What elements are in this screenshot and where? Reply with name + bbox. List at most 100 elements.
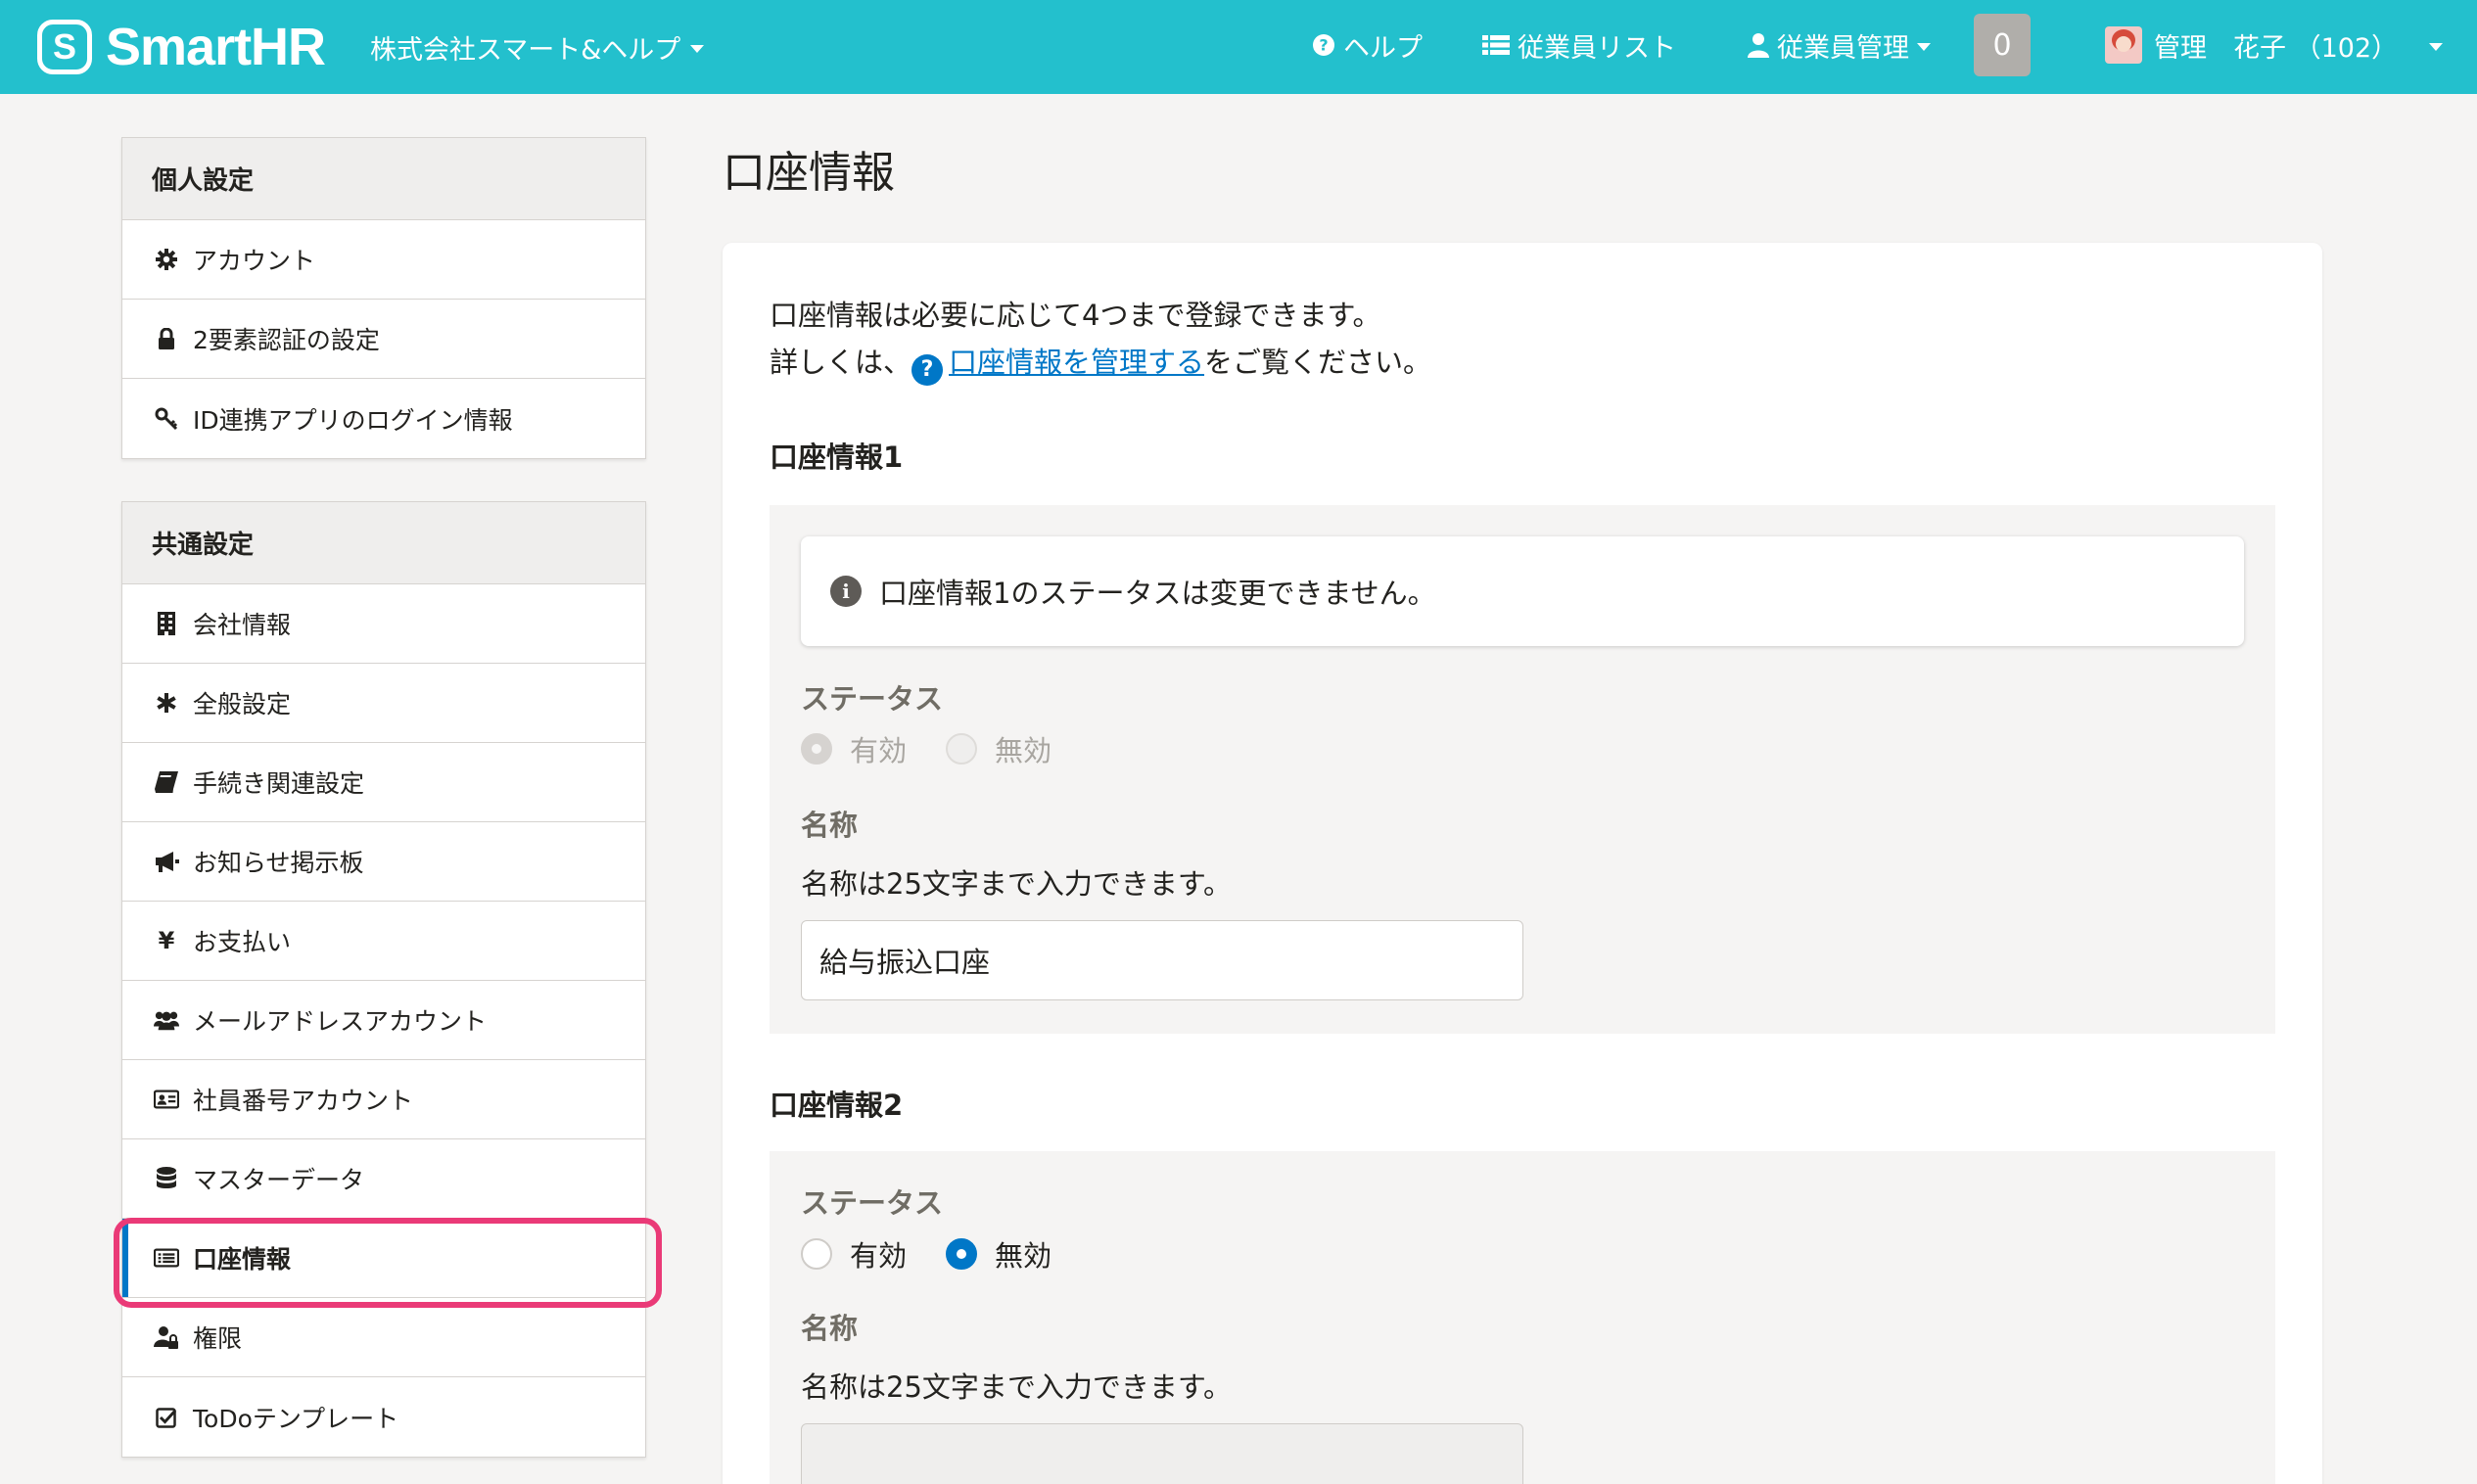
app-header: S SmartHR 株式会社スマート&ヘルプ ? ヘルプ 従業員リスト 従業員管… (0, 0, 2477, 94)
list-icon (1482, 35, 1510, 55)
intro-line-1: 口座情報は必要に応じて4つまで登録できます。 (770, 299, 1381, 332)
sidebar-item-bank-accounts[interactable]: 口座情報 (122, 1219, 645, 1298)
common-settings-title: 共通設定 (122, 502, 645, 584)
radio-enabled[interactable] (801, 1238, 832, 1270)
notice-text: 口座情報1のステータスは変更できません。 (879, 577, 1436, 610)
sidebar-item-two-factor[interactable]: 2要素認証の設定 (122, 300, 645, 379)
sidebar-item-account[interactable]: アカウント (122, 220, 645, 300)
option-label: 有効 (850, 734, 908, 767)
account-1-status-radios: 有効 無効 (801, 728, 1091, 769)
question-circle-icon: ? (1313, 34, 1334, 56)
status-label: ステータス (801, 1186, 944, 1220)
radio-disabled[interactable] (946, 733, 978, 765)
employee-manage-label: 従業員管理 (1777, 32, 1909, 64)
account-1-title: 口座情報1 (770, 441, 904, 474)
help-label: ヘルプ (1343, 32, 1423, 64)
smarthr-logo[interactable]: S SmartHR (37, 18, 326, 76)
sidebar-item-label: アカウント (193, 247, 316, 275)
common-settings-panel: 共通設定 会社情報 全般設定 手続き関連設定 お知らせ掲示板 ¥ お支払い メー… (121, 501, 646, 1458)
smarthr-logo-icon: S (37, 20, 92, 74)
sidebar-item-label: 社員番号アカウント (193, 1087, 414, 1115)
sidebar-item-payment[interactable]: ¥ お支払い (122, 902, 645, 981)
sidebar-item-general[interactable]: 全般設定 (122, 664, 645, 743)
manage-bank-accounts-link[interactable]: ? 口座情報を管理する (911, 346, 1205, 386)
sidebar-item-todo-templates[interactable]: ToDoテンプレート (122, 1377, 645, 1457)
personal-settings-title: 個人設定 (122, 138, 645, 220)
sidebar-item-label: メールアドレスアカウント (193, 1007, 488, 1036)
question-circle-icon: ? (911, 354, 944, 386)
intro-prefix: 詳しくは、 (770, 346, 912, 379)
account-1-status-enabled[interactable]: 有効 (801, 728, 907, 769)
list-alt-icon (154, 1245, 179, 1271)
intro-text: 口座情報は必要に応じて4つまで登録できます。 詳しくは、? 口座情報を管理するをご… (770, 292, 1431, 386)
sidebar-item-company-info[interactable]: 会社情報 (122, 584, 645, 664)
asterisk-icon (154, 690, 179, 716)
user-icon (1748, 33, 1769, 58)
employee-list-label: 従業員リスト (1518, 32, 1676, 64)
sidebar-item-permissions[interactable]: 権限 (122, 1298, 645, 1377)
key-icon (154, 406, 179, 432)
manage-link-label: 口座情報を管理する (949, 346, 1205, 379)
employee-list-link[interactable]: 従業員リスト (1482, 25, 1676, 65)
intro-suffix: をご覧ください。 (1204, 346, 1432, 379)
sidebar-item-label: 権限 (193, 1324, 243, 1353)
sidebar-item-label: 手続き関連設定 (193, 769, 365, 798)
name-help-text: 名称は25文字まで入力できます。 (801, 867, 1233, 901)
account-1-name-input[interactable]: 給与振込口座 (801, 920, 1523, 1000)
option-label: 有効 (850, 1239, 908, 1273)
lock-icon (154, 326, 179, 351)
user-lock-icon (154, 1324, 179, 1350)
info-icon: i (830, 576, 862, 607)
notification-badge[interactable]: 0 (1974, 14, 2031, 76)
account-2-status-enabled[interactable]: 有効 (801, 1233, 907, 1275)
status-label: ステータス (801, 682, 944, 716)
personal-settings-panel: 個人設定 アカウント 2要素認証の設定 ID連携アプリのログイン情報 (121, 137, 646, 459)
user-name: 管理 花子 （102） (2154, 32, 2399, 64)
user-menu[interactable]: 管理 花子 （102） (2105, 23, 2444, 67)
account-2-title: 口座情報2 (770, 1089, 904, 1122)
svg-text:?: ? (1319, 36, 1328, 55)
sidebar-item-label: お知らせ掲示板 (193, 849, 364, 877)
database-icon (154, 1166, 179, 1191)
radio-enabled[interactable] (801, 733, 832, 765)
sidebar-item-label: 口座情報 (193, 1245, 292, 1274)
users-icon (154, 1007, 179, 1033)
account-2-name-input[interactable] (801, 1423, 1523, 1484)
sidebar-item-email-accounts[interactable]: メールアドレスアカウント (122, 981, 645, 1060)
avatar (2105, 26, 2142, 64)
sidebar-item-id-apps[interactable]: ID連携アプリのログイン情報 (122, 379, 645, 458)
sidebar-item-label: お支払い (193, 928, 292, 956)
sidebar-item-label: 2要素認証の設定 (193, 326, 380, 354)
chevron-down-icon (1917, 43, 1931, 51)
option-label: 無効 (995, 1239, 1052, 1273)
account-1-status-disabled[interactable]: 無効 (946, 728, 1052, 769)
sidebar-item-label: ID連携アプリのログイン情報 (193, 405, 513, 435)
radio-disabled[interactable] (946, 1238, 978, 1270)
help-link[interactable]: ? ヘルプ (1312, 25, 1423, 65)
megaphone-icon (154, 849, 179, 874)
name-label: 名称 (801, 809, 859, 842)
sidebar-item-label: 全般設定 (193, 690, 292, 719)
account-2-form: ステータス 有効 無効 名称 名称は25文字まで入力できます。 (770, 1151, 2275, 1484)
account-2-status-disabled[interactable]: 無効 (946, 1233, 1052, 1275)
sidebar-item-bulletin[interactable]: お知らせ掲示板 (122, 822, 645, 902)
yen-icon: ¥ (158, 927, 175, 954)
account-1-form: i 口座情報1のステータスは変更できません。 ステータス 有効 無効 名称 名称… (770, 505, 2275, 1034)
chevron-down-icon (2429, 43, 2444, 51)
chevron-down-icon (690, 45, 705, 53)
sidebar-item-employee-number-accounts[interactable]: 社員番号アカウント (122, 1060, 645, 1139)
check-square-icon (154, 1405, 179, 1430)
id-card-icon (154, 1087, 179, 1112)
option-label: 無効 (995, 734, 1052, 767)
intro-line-2: 詳しくは、? 口座情報を管理するをご覧ください。 (770, 339, 1431, 386)
name-help-text: 名称は25文字まで入力できます。 (801, 1370, 1233, 1404)
building-icon (154, 611, 179, 636)
employee-manage-menu[interactable]: 従業員管理 (1748, 25, 1931, 65)
sidebar-item-procedures[interactable]: 手続き関連設定 (122, 743, 645, 822)
sidebar-item-label: マスターデータ (193, 1166, 365, 1194)
sidebar-item-master-data[interactable]: マスターデータ (122, 1139, 645, 1219)
gear-icon (154, 247, 179, 272)
company-switcher[interactable]: 株式会社スマート&ヘルプ (370, 27, 705, 67)
account-2-status-radios: 有効 無効 (801, 1233, 1091, 1275)
book-icon (154, 769, 179, 795)
